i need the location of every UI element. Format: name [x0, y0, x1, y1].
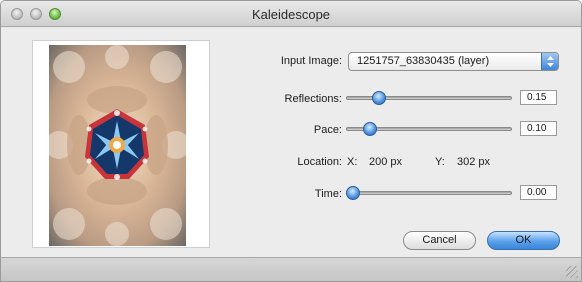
time-field[interactable]: 0.00 [520, 185, 557, 200]
title-bar: Kaleidescope [1, 1, 581, 27]
location-label: Location: [297, 156, 342, 168]
kaleidescope-dialog: Kaleidescope Input Image: 1251757_638304… [0, 0, 582, 282]
ok-button[interactable]: OK [487, 231, 560, 250]
window-title: Kaleidescope [251, 7, 331, 22]
cancel-button[interactable]: Cancel [403, 231, 476, 250]
reflections-slider-knob[interactable] [372, 91, 386, 105]
time-slider[interactable] [346, 186, 512, 200]
reflections-slider[interactable] [346, 91, 512, 105]
location-x-value: 200 px [369, 156, 403, 168]
time-slider-track [346, 191, 512, 195]
preview-frame [32, 40, 210, 248]
time-slider-knob[interactable] [346, 186, 360, 200]
time-label: Time: [314, 188, 342, 200]
input-image-popup[interactable]: 1251757_63830435 (layer) [348, 52, 559, 71]
kaleidoscope-preview-image [49, 45, 186, 246]
reflections-label: Reflections: [284, 93, 342, 105]
input-image-label: Input Image: [280, 55, 342, 67]
resize-grip-icon[interactable] [566, 266, 578, 278]
pace-field[interactable]: 0.10 [520, 121, 557, 136]
pace-slider-knob[interactable] [363, 122, 377, 136]
location-x-label: X: [347, 156, 358, 168]
location-y-label: Y: [435, 156, 445, 168]
reflections-slider-track [346, 96, 512, 100]
status-bar [1, 257, 581, 281]
pace-label: Pace: [313, 124, 342, 136]
reflections-field[interactable]: 0.15 [520, 90, 557, 105]
popup-arrows-icon [541, 53, 558, 70]
pace-slider[interactable] [346, 122, 512, 136]
dialog-content: Input Image: 1251757_63830435 (layer) Re… [1, 28, 581, 258]
input-image-value: 1251757_63830435 (layer) [357, 55, 490, 67]
location-y-value: 302 px [457, 156, 491, 168]
